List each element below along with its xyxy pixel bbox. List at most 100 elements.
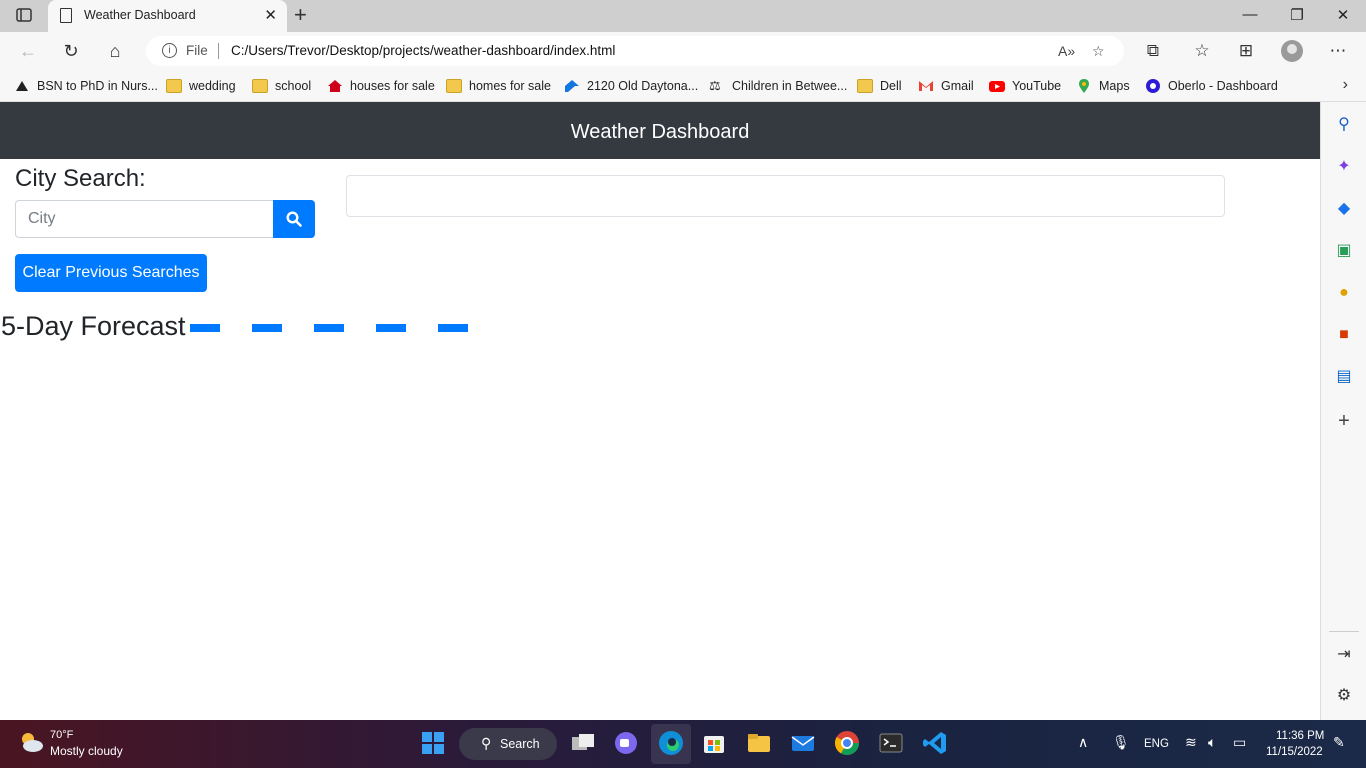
info-icon[interactable]: i: [162, 43, 177, 58]
terminal-icon[interactable]: [877, 729, 905, 757]
taskbar-search-label: Search: [500, 737, 540, 751]
browser-tab[interactable]: Weather Dashboard ✕: [48, 0, 287, 32]
volume-icon[interactable]: 🔈︎: [1208, 734, 1216, 751]
vscode-icon[interactable]: [921, 729, 949, 757]
refresh-icon[interactable]: ↻: [60, 40, 82, 62]
home-icon[interactable]: ⌂: [104, 40, 126, 62]
language-indicator[interactable]: ENG: [1144, 738, 1169, 750]
address-bar[interactable]: i File C:/Users/Trevor/Desktop/projects/…: [146, 36, 1124, 66]
taskbar: 70°F Mostly cloudy ⚲ Search ∧ 🎙︎ ENG ≋ 🔈…: [0, 720, 1366, 768]
bookmark-label: BSN to PhD in Nurs...: [37, 79, 158, 93]
bookmark-item[interactable]: YouTube: [989, 77, 1061, 95]
profile-avatar[interactable]: [1281, 40, 1303, 62]
city-search-label: City Search:: [15, 165, 146, 192]
clock-date[interactable]: 11/15/2022: [1266, 746, 1323, 758]
windows-start-icon[interactable]: [419, 729, 447, 757]
search-button[interactable]: [273, 200, 315, 238]
forecast-title: 5-Day Forecast: [1, 311, 186, 341]
collections-icon[interactable]: ⊞: [1235, 40, 1257, 62]
forecast-card: [438, 324, 468, 332]
restore-icon[interactable]: ❐: [1287, 6, 1307, 24]
chrome-icon[interactable]: [833, 729, 861, 757]
extensions-icon[interactable]: ⧉: [1142, 40, 1164, 62]
add-icon[interactable]: +: [1334, 411, 1354, 431]
bookmark-label: houses for sale: [350, 79, 435, 93]
outlook-icon[interactable]: ▤: [1334, 367, 1354, 387]
gmail-icon: [918, 79, 934, 93]
bookmark-item[interactable]: Gmail: [918, 77, 974, 95]
clear-searches-button[interactable]: Clear Previous Searches: [15, 254, 207, 292]
web-page: Weather Dashboard City Search: Clear Pre…: [0, 102, 1320, 720]
cloudy-weather-icon[interactable]: [18, 730, 44, 754]
settings-more-icon[interactable]: ⋯: [1327, 40, 1349, 62]
bookmark-item[interactable]: BSN to PhD in Nurs...: [14, 77, 158, 95]
bookmark-label: wedding: [189, 79, 236, 93]
folder-icon: [446, 79, 462, 93]
teams-chat-icon[interactable]: [612, 729, 640, 757]
clock-time[interactable]: 11:36 PM: [1276, 730, 1324, 742]
office-icon[interactable]: ■: [1334, 325, 1354, 345]
mail-icon[interactable]: [789, 729, 817, 757]
bookmark-item[interactable]: school: [252, 77, 311, 95]
bookmark-label: Dell: [880, 79, 902, 93]
tools-icon[interactable]: ▣: [1334, 241, 1354, 261]
tab-title: Weather Dashboard: [84, 8, 196, 22]
page-icon: [60, 8, 72, 23]
search-icon[interactable]: ⚲: [1334, 115, 1354, 135]
shopping-tag-icon[interactable]: ◆: [1334, 199, 1354, 219]
bookmark-label: Oberlo - Dashboard: [1168, 79, 1278, 93]
add-favorite-icon[interactable]: ☆: [1092, 43, 1105, 60]
forecast-card: [190, 324, 220, 332]
microphone-icon[interactable]: 🎙︎: [1112, 734, 1130, 751]
tab-actions-icon[interactable]: [16, 7, 34, 25]
file-explorer-icon[interactable]: [745, 729, 773, 757]
omnibox-divider: [218, 43, 219, 59]
bookmark-item[interactable]: Oberlo - Dashboard: [1145, 77, 1278, 95]
chevron-up-icon[interactable]: ∧: [1078, 734, 1088, 751]
weather-desc: Mostly cloudy: [50, 744, 123, 758]
scales-icon: ⚖: [709, 78, 721, 93]
bookmark-label: YouTube: [1012, 79, 1062, 93]
close-window-icon[interactable]: ✕: [1333, 6, 1353, 24]
edge-browser-icon[interactable]: [657, 729, 685, 757]
bookmark-item[interactable]: wedding: [166, 77, 236, 95]
read-aloud-icon[interactable]: A»: [1058, 43, 1075, 59]
bookmark-label: Children in Betwee...: [732, 79, 848, 93]
bookmark-item[interactable]: homes for sale: [446, 77, 551, 95]
favorites-icon[interactable]: ☆: [1191, 40, 1213, 62]
gear-icon[interactable]: ⚙: [1334, 686, 1354, 706]
bookmark-item[interactable]: 2120 Old Daytona...: [564, 77, 698, 95]
minimize-icon[interactable]: —: [1240, 6, 1260, 23]
bookmark-label: Gmail: [941, 79, 974, 93]
bookmark-item[interactable]: Maps: [1076, 77, 1130, 95]
forecast-card: [314, 324, 344, 332]
maps-pin-icon: [1076, 79, 1092, 93]
wifi-icon[interactable]: ≋: [1185, 734, 1197, 751]
new-tab-icon[interactable]: +: [294, 4, 307, 26]
zillow-icon: [564, 79, 580, 93]
bookmark-label: homes for sale: [469, 79, 551, 93]
chevron-right-icon[interactable]: ›: [1343, 76, 1348, 94]
youtube-icon: [989, 79, 1005, 93]
bookmark-label: 2120 Old Daytona...: [587, 79, 699, 93]
bookmark-item[interactable]: ⚖ Children in Betwee...: [709, 77, 847, 95]
taskbar-search[interactable]: ⚲ Search: [459, 728, 557, 760]
games-icon[interactable]: ●: [1334, 283, 1354, 303]
page-header: Weather Dashboard: [0, 102, 1320, 159]
discover-sparkle-icon[interactable]: ✦: [1334, 157, 1354, 177]
notification-icon[interactable]: ✎: [1333, 734, 1345, 751]
close-tab-icon[interactable]: ✕: [264, 6, 277, 24]
sidebar-divider: [1329, 631, 1359, 632]
back-icon[interactable]: ←: [17, 40, 39, 62]
hide-sidebar-icon[interactable]: ⇥: [1334, 645, 1354, 665]
search-icon: ⚲: [481, 735, 492, 751]
edge-sidebar: ⚲ ✦ ◆ ▣ ● ■ ▤ + ⇥ ⚙: [1320, 102, 1366, 720]
bookmark-item[interactable]: Dell: [857, 77, 902, 95]
city-input[interactable]: [15, 200, 274, 238]
folder-icon: [252, 79, 268, 93]
battery-icon[interactable]: ▭: [1233, 734, 1246, 751]
bookmark-item[interactable]: houses for sale: [327, 77, 435, 95]
task-view-icon[interactable]: [569, 729, 597, 757]
microsoft-store-icon[interactable]: [700, 729, 728, 757]
url-text[interactable]: C:/Users/Trevor/Desktop/projects/weather…: [231, 43, 615, 58]
